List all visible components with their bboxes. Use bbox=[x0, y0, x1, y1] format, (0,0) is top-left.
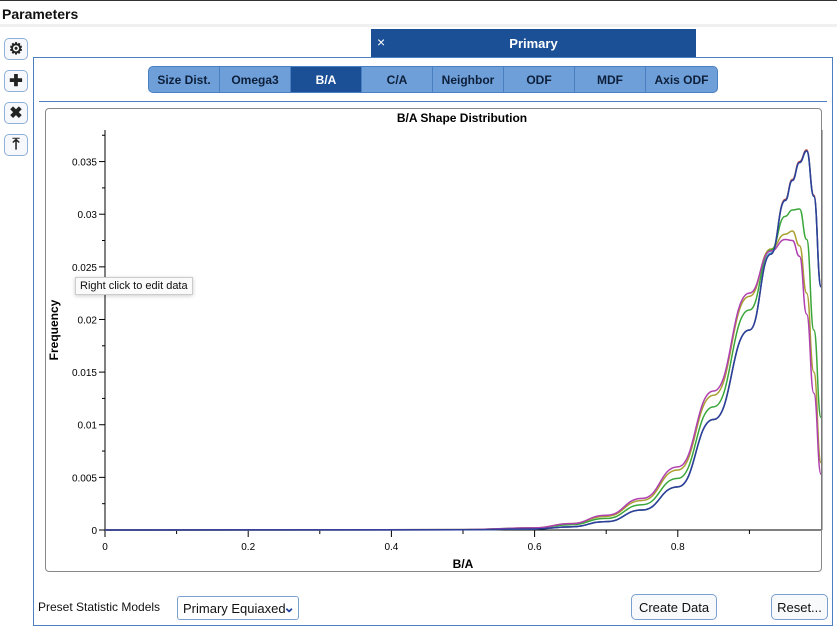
y-axis-label: Frequency bbox=[47, 299, 61, 360]
preset-value: Primary Equiaxed bbox=[183, 601, 286, 616]
series-line-0 bbox=[104, 149, 822, 531]
y-tick-label: 0 bbox=[91, 526, 97, 537]
preset-label: Preset Statistic Models bbox=[38, 600, 161, 614]
x-tick-label: 0 bbox=[102, 542, 108, 553]
y-tick-label: 0.01 bbox=[78, 421, 98, 432]
series-line-3 bbox=[104, 208, 822, 531]
y-tick-label: 0.015 bbox=[72, 368, 97, 379]
x-tick-label: 0.2 bbox=[241, 542, 255, 553]
tooltip: Right click to edit data bbox=[75, 277, 193, 295]
y-tick-label: 0.005 bbox=[72, 473, 97, 484]
y-tick-label: 0.035 bbox=[72, 158, 97, 169]
reset-button[interactable]: Reset... bbox=[771, 594, 828, 620]
x-tick-label: 0.6 bbox=[528, 542, 542, 553]
create-data-button[interactable]: Create Data bbox=[631, 594, 717, 620]
series-line-4 bbox=[104, 238, 822, 531]
x-tick-label: 0.8 bbox=[671, 542, 685, 553]
series-line-2 bbox=[104, 230, 822, 531]
series-line-5 bbox=[104, 150, 822, 531]
y-tick-label: 0.03 bbox=[78, 210, 98, 221]
y-tick-label: 0.025 bbox=[72, 263, 97, 274]
chart-title: B/A Shape Distribution bbox=[397, 111, 527, 125]
chevron-down-icon: ⌄ bbox=[283, 599, 295, 615]
y-tick-label: 0.02 bbox=[78, 315, 98, 326]
series-line-1 bbox=[104, 150, 822, 531]
x-axis-label: B/A bbox=[453, 557, 474, 571]
preset-select[interactable]: Primary Equiaxed ⌄ bbox=[177, 596, 299, 620]
ba-chart[interactable]: B/A Shape Distribution 0 0.005 0.01 0.015 0.0… bbox=[0, 0, 837, 630]
x-tick-label: 0.4 bbox=[384, 542, 398, 553]
